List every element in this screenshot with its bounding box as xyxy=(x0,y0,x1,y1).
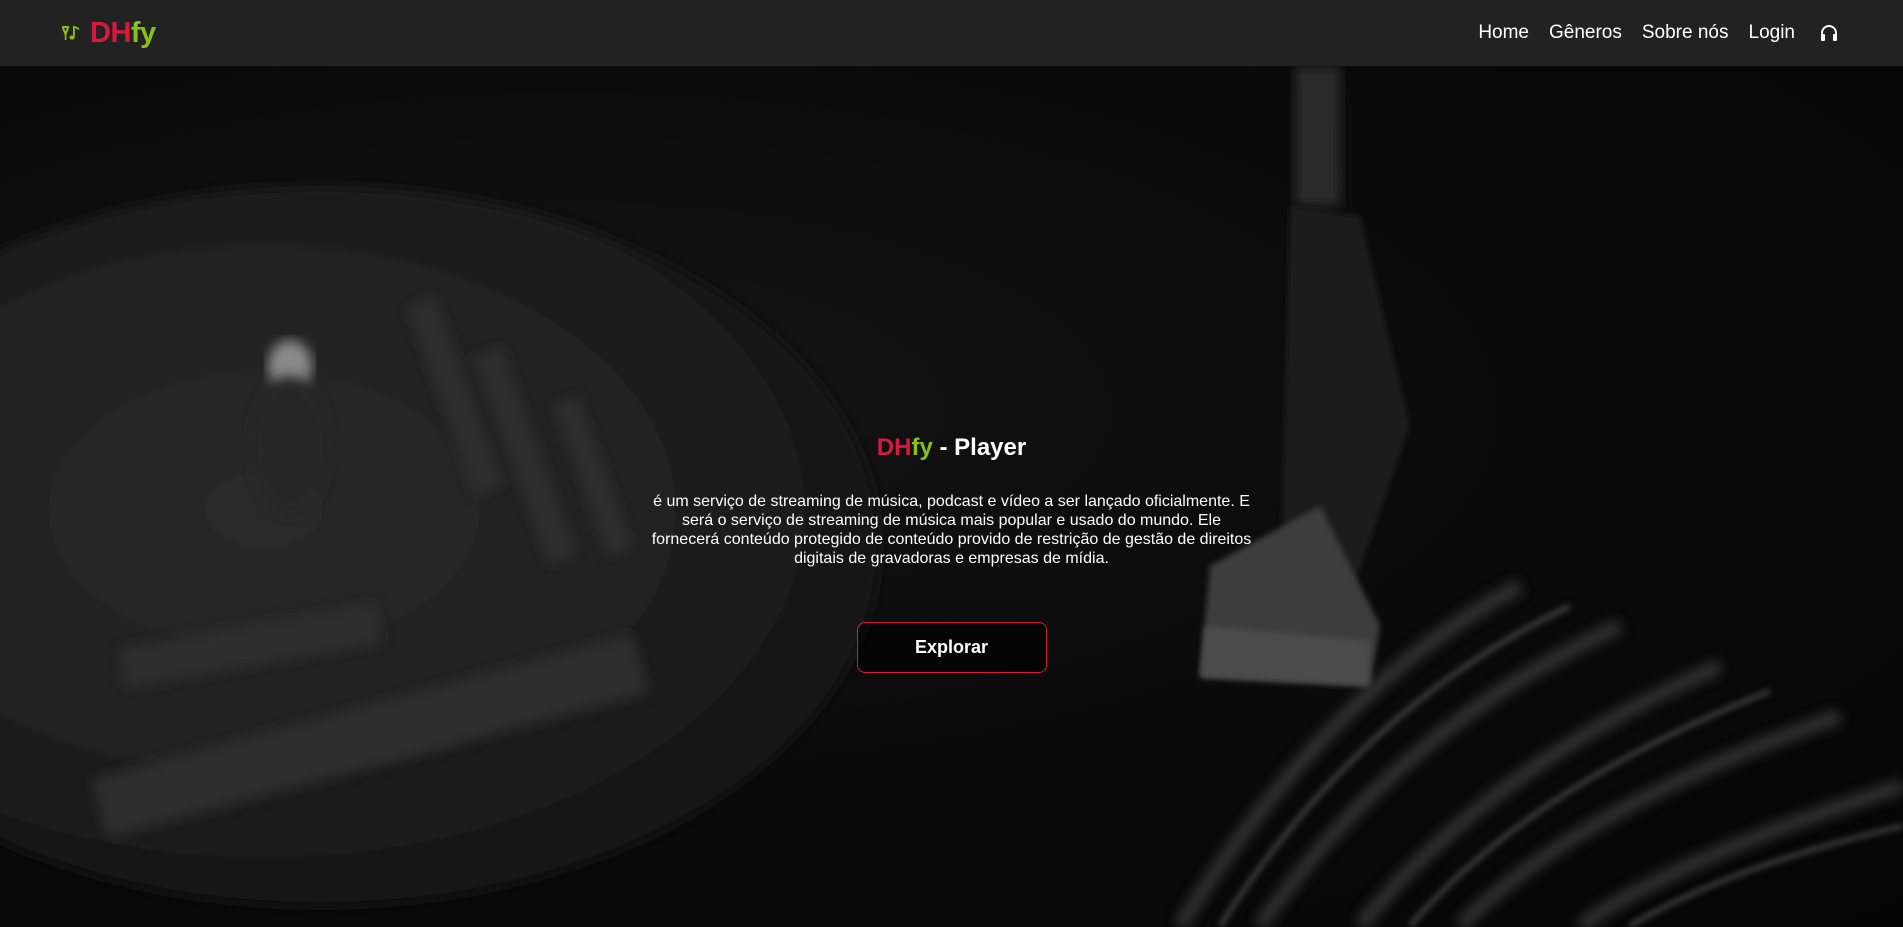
music-notes-icon xyxy=(60,22,82,44)
nav-links: Home Gêneros Sobre nós Login xyxy=(1478,21,1841,45)
nav-link-sobre-nos[interactable]: Sobre nós xyxy=(1642,22,1729,44)
nav-link-generos[interactable]: Gêneros xyxy=(1549,22,1622,44)
brand-name: DHfy xyxy=(90,16,156,49)
hero-title: DHfy - Player xyxy=(876,434,1027,461)
navbar: DHfy Home Gêneros Sobre nós Login xyxy=(0,0,1903,66)
explore-button[interactable]: Explorar xyxy=(856,622,1047,673)
page: DHfy Home Gêneros Sobre nós Login DHfy -… xyxy=(0,0,1903,927)
nav-link-login[interactable]: Login xyxy=(1749,22,1796,44)
hero-description: é um serviço de streaming de música, pod… xyxy=(651,493,1252,567)
hero-section: DHfy - Player é um serviço de streaming … xyxy=(0,66,1903,927)
nav-link-home[interactable]: Home xyxy=(1478,22,1529,44)
brand-logo-link[interactable]: DHfy xyxy=(60,17,156,50)
hero-content: DHfy - Player é um serviço de streaming … xyxy=(640,434,1263,673)
headphones-icon[interactable] xyxy=(1817,21,1841,45)
